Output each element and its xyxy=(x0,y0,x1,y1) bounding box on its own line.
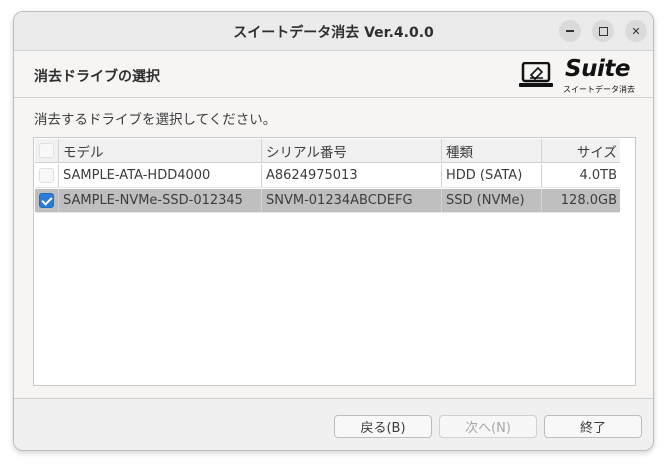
cell-model: SAMPLE-ATA-HDD4000 xyxy=(59,164,262,187)
app-window: スイートデータ消去 Ver.4.0.0 ✕ 消去ドライブの選択 Suite スイ… xyxy=(13,11,654,451)
cell-model: SAMPLE-NVMe-SSD-012345 xyxy=(59,189,262,212)
cell-serial: SNVM-01234ABCDEFG xyxy=(262,189,442,212)
next-button-disabled[interactable]: 次へ(N) xyxy=(439,415,537,438)
laptop-eraser-icon xyxy=(519,62,553,87)
cell-type: SSD (NVMe) xyxy=(442,189,542,212)
cell-serial: A8624975013 xyxy=(262,164,442,187)
row-checkbox-checked[interactable] xyxy=(39,193,54,208)
header-select-all[interactable] xyxy=(35,139,59,162)
close-button[interactable]: ✕ xyxy=(625,20,647,42)
vertical-scrollbar[interactable] xyxy=(620,139,634,385)
column-header-size[interactable]: サイズ xyxy=(542,139,620,162)
finish-button[interactable]: 終了 xyxy=(544,415,642,438)
window-title: スイートデータ消去 Ver.4.0.0 xyxy=(233,25,434,41)
suite-logo: Suite スイートデータ消去 xyxy=(517,56,642,96)
row-checkbox[interactable] xyxy=(39,168,54,183)
logo-wordmark: Suite xyxy=(565,56,630,82)
column-header-serial[interactable]: シリアル番号 xyxy=(262,139,442,162)
page-title: 消去ドライブの選択 xyxy=(34,69,160,85)
table-row-selected[interactable]: SAMPLE-NVMe-SSD-012345 SNVM-01234ABCDEFG… xyxy=(35,189,620,213)
cell-type: HDD (SATA) xyxy=(442,164,542,187)
maximize-button[interactable] xyxy=(592,20,614,42)
cell-size: 128.0GB xyxy=(560,193,617,208)
select-all-checkbox[interactable] xyxy=(39,143,54,158)
title-bar[interactable]: スイートデータ消去 Ver.4.0.0 ✕ xyxy=(14,12,653,51)
page-header: 消去ドライブの選択 Suite スイートデータ消去 xyxy=(14,52,653,98)
drive-table: モデル シリアル番号 種類 サイズ SAMPLE-ATA-HDD4000 A86… xyxy=(33,137,636,386)
minimize-button[interactable] xyxy=(559,20,581,42)
row-checkbox-cell[interactable] xyxy=(35,189,59,212)
table-header: モデル シリアル番号 種類 サイズ xyxy=(35,139,620,163)
column-header-type[interactable]: 種類 xyxy=(442,139,542,162)
row-checkbox-cell[interactable] xyxy=(35,164,59,187)
footer-bar: 戻る(B) 次へ(N) 終了 xyxy=(14,398,653,450)
table-row[interactable]: SAMPLE-ATA-HDD4000 A8624975013 HDD (SATA… xyxy=(35,164,620,188)
cell-size: 4.0TB xyxy=(579,168,617,183)
logo-subtitle: スイートデータ消去 xyxy=(563,85,635,94)
column-header-model[interactable]: モデル xyxy=(59,139,262,162)
instruction-text: 消去するドライブを選択してください。 xyxy=(34,112,277,128)
back-button[interactable]: 戻る(B) xyxy=(334,415,432,438)
